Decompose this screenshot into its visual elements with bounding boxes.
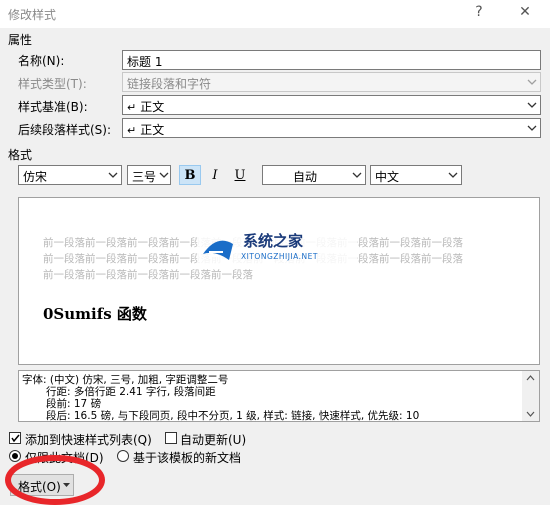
font-size-select[interactable]: 三号 (127, 165, 171, 185)
font-select[interactable]: 仿宋 (18, 165, 122, 185)
chevron-down-icon[interactable] (157, 166, 170, 184)
underline-icon: U (234, 167, 246, 183)
paragraph-mark-icon: ↵ (127, 124, 137, 137)
chevron-down-icon[interactable] (348, 166, 365, 184)
properties-section-label: 属性 (8, 33, 33, 47)
paragraph-mark-icon: ↵ (127, 101, 137, 114)
new-docs-template-label[interactable]: 基于该模板的新文档 (133, 449, 241, 466)
font-color-value: 自动 (293, 170, 318, 184)
style-description: 字体: (中文) 仿宋, 三号, 加粗, 字距调整二号 行距: 多倍行距 2.4… (18, 370, 540, 422)
add-quick-style-label[interactable]: 添加到快速样式列表(Q) (25, 431, 152, 448)
check-icon (11, 434, 20, 443)
help-button[interactable]: ? (468, 4, 490, 24)
style-type-label: 样式类型(T): (18, 77, 87, 91)
name-input-value: 标题 1 (127, 55, 163, 69)
window-title: 修改样式 (8, 8, 57, 22)
style-based-select[interactable]: ↵ 正文 (122, 95, 541, 115)
underline-button[interactable]: U (229, 165, 251, 185)
close-button[interactable]: ✕ (514, 4, 536, 24)
scroll-down-icon[interactable] (526, 411, 535, 417)
new-docs-template-radio[interactable] (117, 450, 129, 462)
add-quick-style-checkbox[interactable] (9, 432, 21, 444)
preview-previous-paragraph: 前一段落前一段落前一段落前一段落前一段落 (43, 269, 253, 281)
auto-update-label[interactable]: 自动更新(U) (180, 431, 246, 448)
watermark-logo-icon (203, 240, 233, 260)
chevron-down-icon[interactable] (523, 119, 540, 137)
watermark-name: 系统之家 (243, 232, 304, 250)
bold-icon: B (184, 167, 196, 183)
font-color-select[interactable]: 自动 (262, 165, 366, 185)
watermark-url: XITONGZHIJIA.NET (241, 252, 318, 261)
description-scrollbar[interactable] (522, 371, 539, 421)
style-type-select: 链接段落和字符 (122, 72, 541, 92)
auto-update-checkbox[interactable] (165, 432, 177, 444)
style-type-value: 链接段落和字符 (127, 77, 212, 91)
font-size-value: 三号 (132, 170, 157, 184)
script-select[interactable]: 中文 (370, 165, 462, 185)
script-value: 中文 (375, 170, 400, 184)
watermark: 系统之家 XITONGZHIJIA.NET (197, 228, 357, 268)
bold-button[interactable]: B (179, 165, 201, 185)
style-based-label: 样式基准(B): (18, 100, 88, 114)
style-preview: 前一段落前一段落前一段落前一段落前一段落前一段落前一段落前一段落前一段落前一段落… (18, 197, 540, 365)
italic-button[interactable]: I (204, 165, 226, 185)
chevron-down-icon[interactable] (444, 166, 461, 184)
italic-icon: I (212, 167, 218, 183)
format-section-label: 格式 (8, 148, 33, 162)
chevron-down-icon[interactable] (104, 166, 121, 184)
style-based-value: 正文 (140, 100, 165, 114)
next-style-value: 正文 (140, 123, 165, 137)
description-line: 段后: 16.5 磅, 与下段同页, 段中不分页, 1 级, 样式: 链接, 快… (46, 410, 420, 422)
name-label: 名称(N): (18, 54, 65, 68)
name-input[interactable]: 标题 1 (122, 50, 541, 70)
chevron-down-icon[interactable] (523, 96, 540, 114)
next-style-select[interactable]: ↵ 正文 (122, 118, 541, 138)
scroll-up-icon[interactable] (526, 375, 535, 381)
font-value: 仿宋 (23, 170, 48, 184)
chevron-down-icon (523, 73, 540, 91)
highlight-circle-annotation (5, 455, 105, 505)
preview-sample-text: 0Sumifs 函数 (43, 305, 147, 323)
next-style-label: 后续段落样式(S): (18, 123, 112, 137)
